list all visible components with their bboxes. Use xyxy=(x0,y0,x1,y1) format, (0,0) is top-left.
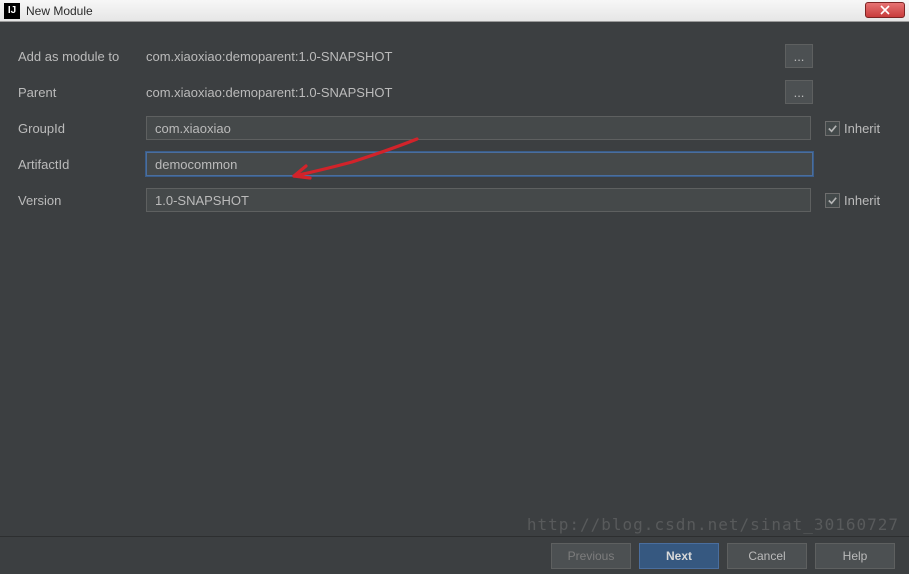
browse-add-as-module-button[interactable]: ... xyxy=(785,44,813,68)
next-button[interactable]: Next xyxy=(639,543,719,569)
value-add-as-module: com.xiaoxiao:demoparent:1.0-SNAPSHOT xyxy=(146,49,775,64)
cancel-button[interactable]: Cancel xyxy=(727,543,807,569)
row-add-as-module: Add as module to com.xiaoxiao:demoparent… xyxy=(18,40,895,72)
window-title: New Module xyxy=(26,4,93,18)
label-version-inherit: Inherit xyxy=(844,193,880,208)
checkbox-version-inherit[interactable] xyxy=(825,193,840,208)
previous-button[interactable]: Previous xyxy=(551,543,631,569)
row-version: Version Inherit xyxy=(18,184,895,216)
label-version: Version xyxy=(18,193,146,208)
input-artifactid[interactable] xyxy=(146,152,813,176)
browse-parent-button[interactable]: ... xyxy=(785,80,813,104)
label-add-as-module: Add as module to xyxy=(18,49,146,64)
help-button[interactable]: Help xyxy=(815,543,895,569)
value-parent: com.xiaoxiao:demoparent:1.0-SNAPSHOT xyxy=(146,85,775,100)
app-icon: IJ xyxy=(4,3,20,19)
bottom-button-bar: Previous Next Cancel Help xyxy=(0,536,909,574)
form-area: Add as module to com.xiaoxiao:demoparent… xyxy=(0,22,909,216)
input-groupid[interactable] xyxy=(146,116,811,140)
label-parent: Parent xyxy=(18,85,146,100)
label-groupid: GroupId xyxy=(18,121,146,136)
titlebar: IJ New Module xyxy=(0,0,909,22)
row-groupid: GroupId Inherit xyxy=(18,112,895,144)
row-artifactid: ArtifactId xyxy=(18,148,895,180)
label-artifactid: ArtifactId xyxy=(18,157,146,172)
close-button[interactable] xyxy=(865,2,905,18)
input-version[interactable] xyxy=(146,188,811,212)
watermark-text: http://blog.csdn.net/sinat_30160727 xyxy=(527,515,899,534)
checkbox-groupid-inherit[interactable] xyxy=(825,121,840,136)
row-parent: Parent com.xiaoxiao:demoparent:1.0-SNAPS… xyxy=(18,76,895,108)
label-groupid-inherit: Inherit xyxy=(844,121,880,136)
